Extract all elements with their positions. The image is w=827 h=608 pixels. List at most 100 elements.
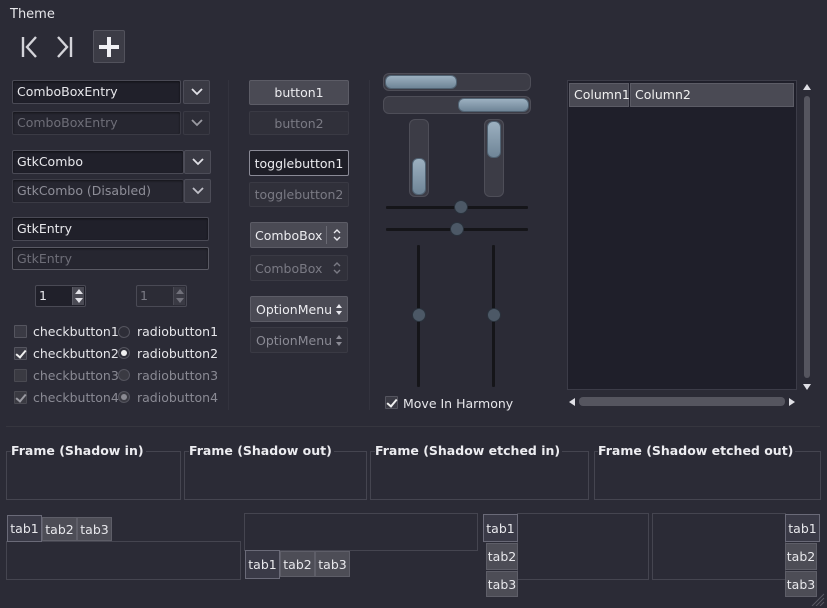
hscale-1-knob[interactable] <box>454 200 468 214</box>
chevron-updown-icon <box>333 262 341 274</box>
notebook-bottom-panel <box>244 513 478 551</box>
spin-button-disabled: 1 <box>136 285 187 307</box>
resize-grip-icon[interactable] <box>810 592 825 607</box>
combo-box-entry-disabled: ComboBoxEntry <box>12 111 181 135</box>
vscrollbar-2[interactable] <box>484 119 504 197</box>
add-icon[interactable] <box>93 30 125 63</box>
goto-first-icon[interactable] <box>18 33 42 61</box>
move-in-harmony-checkbox[interactable] <box>385 396 398 409</box>
combo-box-entry-dropdown[interactable] <box>183 80 210 104</box>
gtk-entry-disabled: GtkEntry <box>12 247 209 270</box>
notebook-top-tab2[interactable]: tab2 <box>42 517 77 541</box>
window-title: Theme <box>10 7 55 22</box>
frame-shadow-etched-in <box>370 451 589 500</box>
checkbutton4-label: checkbutton4 <box>33 390 119 405</box>
notebook-left-tab3[interactable]: tab3 <box>486 571 518 597</box>
notebook-top-panel <box>6 541 241 580</box>
checkbutton2-label[interactable]: checkbutton2 <box>33 346 119 361</box>
option-arrows-icon <box>336 335 342 346</box>
tree-view[interactable]: Column1 Column2 <box>567 80 797 390</box>
radiobutton1-label[interactable]: radiobutton1 <box>137 324 218 339</box>
chevron-down-icon <box>191 158 204 166</box>
gtk-combo-dropdown[interactable] <box>184 150 211 174</box>
tree-hscrollbar-thumb[interactable] <box>579 397 785 406</box>
radiobutton2-circle[interactable] <box>118 347 130 359</box>
vscale-2-knob[interactable] <box>487 308 501 322</box>
tree-vscrollbar[interactable] <box>802 82 812 392</box>
column1-header[interactable]: Column1 <box>569 83 630 107</box>
button2-disabled: button2 <box>249 111 349 135</box>
notebook-bottom-tab2[interactable]: tab2 <box>280 551 315 577</box>
chevron-down-icon <box>190 119 203 127</box>
radiobutton4-label: radiobutton4 <box>137 390 219 405</box>
checkbutton2-box[interactable] <box>14 347 27 360</box>
hscrollbar-2-thumb[interactable] <box>458 98 529 112</box>
radiobutton2-label[interactable]: radiobutton2 <box>137 346 218 361</box>
notebook-bottom-tab3[interactable]: tab3 <box>315 551 350 577</box>
radiobutton3-circle <box>118 369 130 381</box>
combo-box-entry[interactable]: ComboBoxEntry <box>12 80 181 104</box>
notebook-top-tab1[interactable]: tab1 <box>7 515 42 542</box>
notebook-left-tab1[interactable]: tab1 <box>483 514 518 542</box>
notebook-bottom-tab1[interactable]: tab1 <box>245 550 280 579</box>
frame-shadow-out-title: Frame (Shadow out) <box>189 443 334 458</box>
spin-value: 1 <box>140 288 148 303</box>
arrow-left-icon[interactable] <box>567 397 577 407</box>
vscrollbar-2-thumb[interactable] <box>487 121 501 158</box>
gtk-combo-disabled: GtkCombo (Disabled) <box>12 179 184 203</box>
gtk-entry[interactable]: GtkEntry <box>12 217 209 241</box>
gtk-combo[interactable]: GtkCombo <box>12 150 184 174</box>
vscrollbar-1[interactable] <box>409 119 429 197</box>
goto-last-icon[interactable] <box>52 33 76 61</box>
option-arrows-icon <box>336 304 342 315</box>
gtk-combo-disabled-dropdown <box>184 179 211 203</box>
combobox[interactable]: ComboBox <box>250 222 348 248</box>
spin-button[interactable]: 1 <box>35 285 86 307</box>
arrow-up-icon[interactable] <box>802 82 812 92</box>
frame-shadow-out <box>184 451 367 500</box>
tree-hscrollbar[interactable] <box>567 396 799 408</box>
checkbutton1-box[interactable] <box>14 325 27 338</box>
vscrollbar-1-thumb[interactable] <box>412 158 426 195</box>
spin-value: 1 <box>39 288 47 303</box>
vscale-1-knob[interactable] <box>412 308 426 322</box>
radiobutton4-circle <box>118 391 130 403</box>
checkbutton3-label: checkbutton3 <box>33 368 119 383</box>
notebook-left-panel <box>517 513 649 580</box>
option-menu[interactable]: OptionMenu <box>250 296 348 322</box>
option-menu-disabled: OptionMenu <box>250 327 348 353</box>
notebook-left-tab2[interactable]: tab2 <box>486 543 518 570</box>
column-separator <box>369 80 370 410</box>
tree-vscrollbar-thumb[interactable] <box>804 96 810 378</box>
hscale-2-knob[interactable] <box>450 222 464 236</box>
notebook-right-panel <box>652 513 786 580</box>
togglebutton1[interactable]: togglebutton1 <box>249 150 349 176</box>
combobox-label: ComboBox <box>255 260 323 276</box>
frame-shadow-in <box>6 451 181 500</box>
notebook-top-tab3[interactable]: tab3 <box>77 517 112 541</box>
hscrollbar-1[interactable] <box>383 73 531 91</box>
horizontal-separator <box>6 426 820 427</box>
radiobutton1-circle[interactable] <box>118 326 130 338</box>
combobox-label: ComboBox <box>255 227 323 243</box>
frame-shadow-etched-in-title: Frame (Shadow etched in) <box>375 443 563 458</box>
column-separator <box>228 80 229 410</box>
frame-shadow-etched-out <box>594 451 821 500</box>
chevron-down-icon <box>190 88 203 96</box>
hscrollbar-2[interactable] <box>383 96 531 114</box>
checkbutton4-box <box>14 391 27 404</box>
arrow-right-icon[interactable] <box>787 397 797 407</box>
hscrollbar-1-thumb[interactable] <box>385 75 457 89</box>
spin-arrows-icon[interactable] <box>72 287 84 305</box>
button1[interactable]: button1 <box>249 80 349 105</box>
notebook-right-tab1[interactable]: tab1 <box>785 514 820 542</box>
arrow-down-icon[interactable] <box>802 382 812 392</box>
checkbutton1-label[interactable]: checkbutton1 <box>33 324 119 339</box>
notebook-right-tab2[interactable]: tab2 <box>785 543 817 570</box>
combobox-divider <box>326 226 327 244</box>
togglebutton2-disabled: togglebutton2 <box>249 182 349 207</box>
option-menu-label: OptionMenu <box>256 301 333 317</box>
column2-header[interactable]: Column2 <box>630 83 794 107</box>
checkbutton3-box <box>14 369 27 382</box>
move-in-harmony-label[interactable]: Move In Harmony <box>403 396 513 411</box>
